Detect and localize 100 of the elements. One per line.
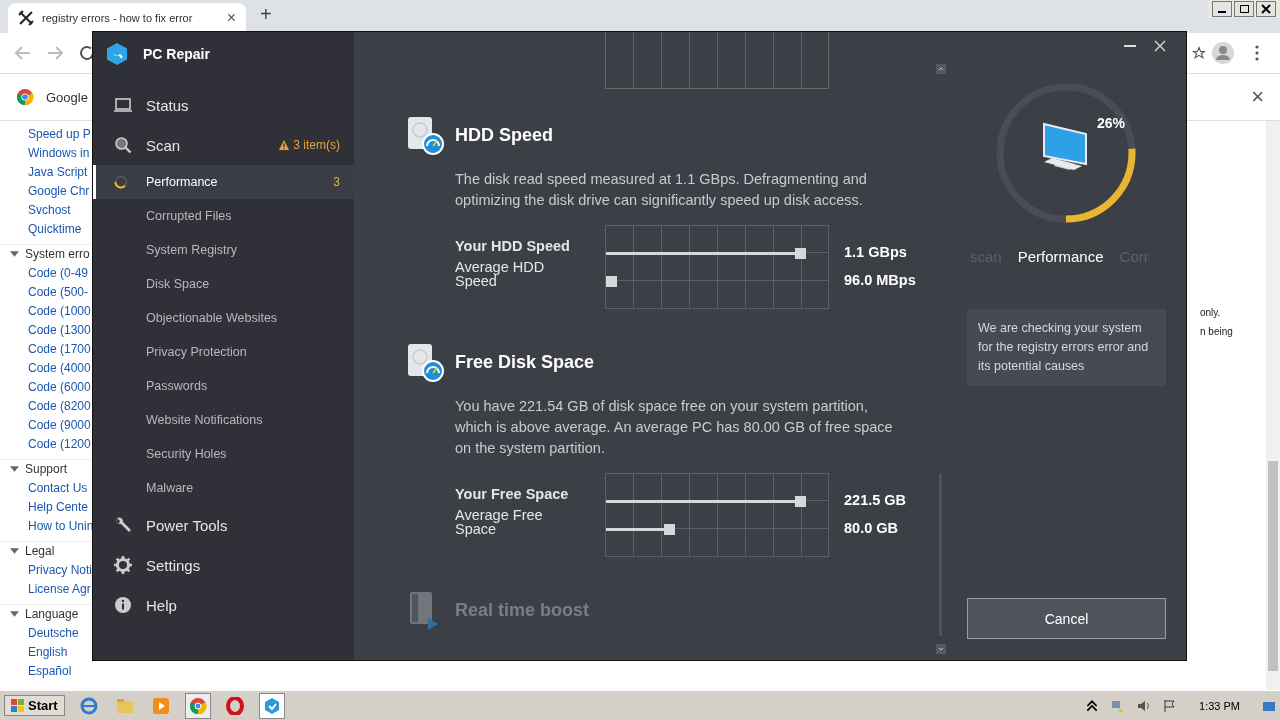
sidebar-item[interactable]: Help xyxy=(93,585,354,625)
avatar-icon[interactable] xyxy=(1212,42,1234,64)
expand-triangle-icon[interactable] xyxy=(10,466,19,473)
browser-tab[interactable]: registry errors - how to fix error × xyxy=(8,3,246,33)
bookmark-link[interactable]: Google xyxy=(46,89,88,105)
item-count: 3 xyxy=(333,175,340,189)
close-button[interactable] xyxy=(1256,1,1276,17)
scroll-down-button[interactable] xyxy=(936,644,946,654)
scroll-up-button[interactable] xyxy=(936,64,946,74)
hard-drive-icon xyxy=(406,342,446,382)
nav-link[interactable]: Privacy Noti xyxy=(0,561,92,580)
nav-group-label[interactable]: System erro xyxy=(25,245,90,264)
meter-value: 80.0 GB xyxy=(844,519,899,538)
page-text: only. xyxy=(1199,307,1222,318)
nav-link[interactable]: Deutsche xyxy=(0,624,92,643)
nav-link[interactable]: Code (8200 xyxy=(0,397,92,416)
chrome-logo-icon xyxy=(16,88,34,106)
meter-value: 96.0 MBps xyxy=(844,271,916,290)
cancel-button[interactable]: Cancel xyxy=(967,598,1166,639)
speaker-icon[interactable] xyxy=(1137,698,1152,713)
sidebar-item[interactable]: Settings xyxy=(93,545,354,585)
new-tab-button[interactable]: + xyxy=(260,3,272,26)
nav-link[interactable]: Code (500- xyxy=(0,283,92,302)
expand-triangle-icon[interactable] xyxy=(10,611,19,618)
nav-link[interactable]: Contact Us xyxy=(0,479,92,498)
sidebar-item[interactable]: Privacy Protection xyxy=(93,335,354,369)
nav-link[interactable]: Speed up P xyxy=(0,125,92,144)
chrome-icon[interactable] xyxy=(184,692,211,719)
infobar-close-button[interactable]: × xyxy=(1251,84,1264,110)
nav-link[interactable]: Code (1200 xyxy=(0,435,92,454)
expand-triangle-icon[interactable] xyxy=(10,251,19,258)
info-icon xyxy=(114,596,132,614)
sidebar-item[interactable]: Security Holes xyxy=(93,437,354,471)
step-label: Performance xyxy=(1017,248,1104,265)
meter-value: 221.5 GB xyxy=(844,491,907,510)
sidebar-item[interactable]: Website Notifications xyxy=(93,403,354,437)
nav-link[interactable]: Svchost xyxy=(0,201,92,220)
minimize-button[interactable] xyxy=(1212,1,1232,17)
scrollbar-thumb[interactable] xyxy=(1268,461,1278,671)
progress-percent: 26% xyxy=(1097,115,1126,131)
close-icon xyxy=(1261,4,1271,14)
sidebar-item[interactable]: Status xyxy=(93,85,354,125)
nav-link[interactable]: Quicktime xyxy=(0,220,92,239)
chevron-up-icon[interactable] xyxy=(1085,698,1100,713)
badge-text: 3 item(s) xyxy=(293,138,340,152)
nav-link[interactable]: Code (0-49 xyxy=(0,264,92,283)
section-description: The disk read speed measured at 1.1 GBps. Defragmenting and optimizing the disk drive can significantly speed up disk access. xyxy=(455,170,868,210)
status-message: We are checking your system for the registry errors error and its potential causes xyxy=(967,309,1166,386)
tab-title: registry errors - how to fix error xyxy=(42,12,194,24)
tools-icon xyxy=(18,10,34,26)
restore-button[interactable] xyxy=(1234,1,1254,17)
spinner-icon xyxy=(114,175,128,189)
tab-close-button[interactable]: × xyxy=(226,9,236,27)
nav-link[interactable]: Code (9000 xyxy=(0,416,92,435)
nav-link[interactable]: Java Script xyxy=(0,163,92,182)
nav-link[interactable]: Code (4000 xyxy=(0,359,92,378)
expand-triangle-icon[interactable] xyxy=(10,548,19,555)
section-title: Real time boost xyxy=(455,599,590,621)
meter-label: Average Free Space xyxy=(455,508,544,536)
app-title: PC Repair xyxy=(143,45,210,62)
nav-link[interactable]: License Agr xyxy=(0,580,92,599)
nav-link[interactable]: Help Cente xyxy=(0,498,92,517)
nav-group-label[interactable]: Support xyxy=(25,460,68,479)
star-icon[interactable] xyxy=(1192,46,1206,60)
sidebar-item[interactable]: Corrupted Files xyxy=(93,199,354,233)
flag-icon[interactable] xyxy=(1163,698,1178,713)
sidebar-item[interactable]: Objectionable Websites xyxy=(93,301,354,335)
logo-icon xyxy=(105,41,129,66)
section-description: You have 221.54 GB of disk space free on your system partition, which is above average. An average PC has 80.00 GB of free space on the system partition. xyxy=(455,397,894,458)
nav-link[interactable]: Code (6000 xyxy=(0,378,92,397)
section-title: Free Disk Space xyxy=(455,351,595,373)
meter-value: 1.1 GBps xyxy=(844,243,908,262)
sidebar-item[interactable]: Performance 3 xyxy=(93,165,354,199)
windows-logo-icon xyxy=(11,698,25,713)
sidebar-item[interactable]: Power Tools xyxy=(93,505,354,545)
sidebar-item[interactable]: System Registry xyxy=(93,233,354,267)
start-button[interactable]: Start xyxy=(4,695,65,716)
sidebar-item[interactable]: Disk Space xyxy=(93,267,354,301)
warning-icon xyxy=(278,139,291,151)
nav-link[interactable]: Code (1700 xyxy=(0,340,92,359)
clock: 1:33 PM xyxy=(1199,699,1240,712)
meter-label: Your HDD Speed xyxy=(455,237,571,256)
nav-link[interactable]: English xyxy=(0,643,92,662)
nav-link[interactable]: Español xyxy=(0,662,92,681)
section-title: HDD Speed xyxy=(455,124,553,146)
nav-link[interactable]: Code (1000 xyxy=(0,302,92,321)
sidebar-item[interactable]: Malware xyxy=(93,471,354,505)
nav-link[interactable]: Windows in xyxy=(0,144,92,163)
meter-label: Your Free Space xyxy=(455,485,570,504)
hard-drive-icon xyxy=(406,115,446,155)
nav-group-label[interactable]: Legal xyxy=(25,542,55,561)
nav-link[interactable]: Google Chr xyxy=(0,182,92,201)
magnifier-icon xyxy=(114,136,132,154)
nav-group-label[interactable]: Language xyxy=(25,605,79,624)
sidebar-item[interactable]: Scan 3 item(s) xyxy=(93,125,354,165)
page-text: n being xyxy=(1199,326,1234,337)
nav-link[interactable]: Code (1300 xyxy=(0,321,92,340)
gear-icon xyxy=(114,556,132,574)
sidebar-item[interactable]: Passwords xyxy=(93,369,354,403)
pc-repair-icon[interactable] xyxy=(258,692,285,719)
